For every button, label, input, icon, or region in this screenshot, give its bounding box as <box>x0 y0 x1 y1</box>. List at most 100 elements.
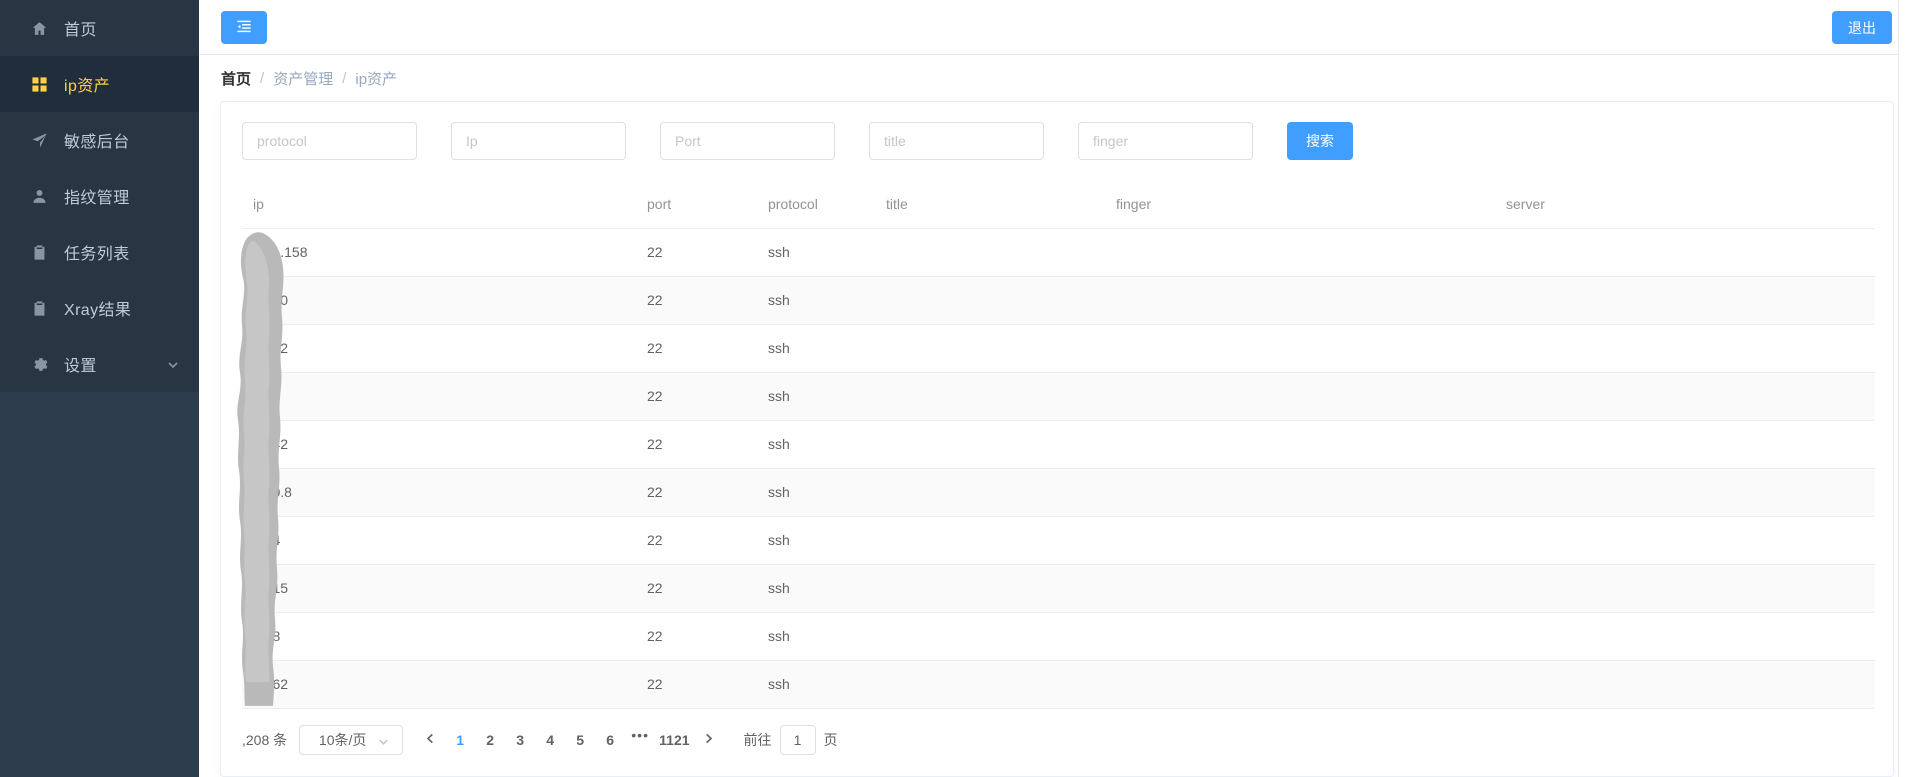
chevron-down-icon <box>378 734 389 745</box>
cell-title <box>875 660 1105 709</box>
finger-input[interactable] <box>1078 122 1253 160</box>
column-header-server[interactable]: server <box>1495 180 1875 229</box>
sidebar-item-label: 敏感后台 <box>64 134 130 151</box>
cell-title <box>875 276 1105 325</box>
table-row[interactable]: 3.162 22 ssh <box>242 660 1875 709</box>
sidebar-item-task-list[interactable]: 任务列表 <box>0 224 199 280</box>
filter-bar: 搜索 <box>221 102 1893 180</box>
cell-title <box>875 372 1105 421</box>
cell-title <box>875 228 1105 277</box>
cell-ip: 2.48 <box>242 612 636 661</box>
port-input[interactable] <box>660 122 835 160</box>
table-row[interactable]: 22.15 22 ssh <box>242 564 1875 613</box>
cell-finger <box>1105 660 1495 709</box>
column-header-title[interactable]: title <box>875 180 1105 229</box>
table-row[interactable]: 61.42 22 ssh <box>242 420 1875 469</box>
column-header-protocol[interactable]: protocol <box>757 180 875 229</box>
table-row[interactable]: .201.158 22 ssh <box>242 228 1875 277</box>
sidebar-item-settings[interactable]: 设置 <box>0 336 199 392</box>
sidebar-item-fingerprint-mgmt[interactable]: 指纹管理 <box>0 168 199 224</box>
cell-finger <box>1105 228 1495 277</box>
sidebar: 首页 ip资产 敏感后台 指纹管理 任务列表 Xray结果 设置 <box>0 0 199 777</box>
user-icon <box>28 185 50 207</box>
pagination-page-6[interactable]: 6 <box>595 725 625 755</box>
cell-finger <box>1105 324 1495 373</box>
pagination-page-1[interactable]: 1 <box>445 725 475 755</box>
ip-input[interactable] <box>451 122 626 160</box>
cell-ip: 3.162 <box>242 660 636 709</box>
title-input[interactable] <box>869 122 1044 160</box>
grid-icon <box>28 73 50 95</box>
cell-port: 22 <box>636 516 757 565</box>
sidebar-item-ip-assets[interactable]: ip资产 <box>0 56 199 112</box>
table-row[interactable]: 0.250 22 ssh <box>242 276 1875 325</box>
table-row[interactable]: 2.48 22 ssh <box>242 612 1875 661</box>
cell-port: 22 <box>636 660 757 709</box>
cell-protocol: ssh <box>757 324 875 373</box>
cell-finger <box>1105 516 1495 565</box>
table-header-row: ip port protocol title finger server <box>242 180 1875 229</box>
page-size-select[interactable]: 10条/页 <box>299 724 404 755</box>
cell-server <box>1495 564 1875 613</box>
cell-server <box>1495 228 1875 277</box>
pagination-page-3[interactable]: 3 <box>505 725 535 755</box>
cell-protocol: ssh <box>757 564 875 613</box>
pagination-page-5[interactable]: 5 <box>565 725 595 755</box>
cell-port: 22 <box>636 564 757 613</box>
cell-port: 22 <box>636 420 757 469</box>
logout-button[interactable]: 退出 <box>1832 11 1892 44</box>
cell-server <box>1495 468 1875 517</box>
cell-protocol: ssh <box>757 420 875 469</box>
sidebar-item-home[interactable]: 首页 <box>0 0 199 56</box>
sidebar-item-sensitive-backend[interactable]: 敏感后台 <box>0 112 199 168</box>
sidebar-item-label: Xray结果 <box>64 302 132 319</box>
chevron-right-icon <box>703 732 714 747</box>
table-row[interactable]: 2.232 22 ssh <box>242 324 1875 373</box>
cell-title <box>875 324 1105 373</box>
cell-port: 22 <box>636 276 757 325</box>
table-row[interactable]: .130.8 22 ssh <box>242 468 1875 517</box>
pagination-page-4[interactable]: 4 <box>535 725 565 755</box>
search-button[interactable]: 搜索 <box>1287 122 1353 160</box>
gear-icon <box>28 353 50 375</box>
cell-server <box>1495 276 1875 325</box>
breadcrumb-separator: / <box>342 69 347 87</box>
pagination-last-page[interactable]: 1121 <box>655 725 693 755</box>
top-bar: 退出 <box>199 0 1914 55</box>
protocol-input[interactable] <box>242 122 417 160</box>
table-row[interactable]: 60.4 22 ssh <box>242 516 1875 565</box>
cell-protocol: ssh <box>757 516 875 565</box>
menu-fold-button[interactable] <box>221 10 267 44</box>
table-row[interactable]: .24 22 ssh <box>242 372 1875 421</box>
pagination-prev-button[interactable] <box>415 725 445 755</box>
pagination-next-button[interactable] <box>694 725 724 755</box>
breadcrumb-item-ip-assets: ip资产 <box>355 70 398 88</box>
sidebar-item-xray-results[interactable]: Xray结果 <box>0 280 199 336</box>
column-header-port[interactable]: port <box>636 180 757 229</box>
app-root: 首页 ip资产 敏感后台 指纹管理 任务列表 Xray结果 设置 退出 首页 /… <box>0 0 1914 777</box>
cell-finger <box>1105 612 1495 661</box>
breadcrumb-separator: / <box>260 69 265 87</box>
sidebar-item-label: 设置 <box>64 358 97 375</box>
pagination-jump-input[interactable] <box>779 724 816 755</box>
pagination-page-2[interactable]: 2 <box>475 725 505 755</box>
pagination: ,208 条 10条/页 1 2 3 4 5 6 ••• 1121 前往 1 页 <box>242 709 1893 755</box>
cell-title <box>875 420 1105 469</box>
cell-ip: 22.15 <box>242 564 636 613</box>
breadcrumb: 首页 / 资产管理 / ip资产 <box>199 55 1914 101</box>
breadcrumb-item-asset-management[interactable]: 资产管理 <box>273 68 333 89</box>
cell-ip: .130.8 <box>242 468 636 517</box>
cell-port: 22 <box>636 324 757 373</box>
cell-finger <box>1105 372 1495 421</box>
breadcrumb-item-home[interactable]: 首页 <box>221 68 251 89</box>
cell-ip: 60.4 <box>242 516 636 565</box>
cell-finger <box>1105 468 1495 517</box>
data-table-wrapper: ip port protocol title finger server .20… <box>221 180 1893 709</box>
cell-title <box>875 516 1105 565</box>
page-scrollbar[interactable] <box>1898 0 1914 777</box>
column-header-finger[interactable]: finger <box>1105 180 1495 229</box>
column-header-ip[interactable]: ip <box>242 180 636 229</box>
pagination-ellipsis[interactable]: ••• <box>625 725 655 755</box>
cell-protocol: ssh <box>757 372 875 421</box>
sidebar-item-label: 指纹管理 <box>64 190 130 207</box>
